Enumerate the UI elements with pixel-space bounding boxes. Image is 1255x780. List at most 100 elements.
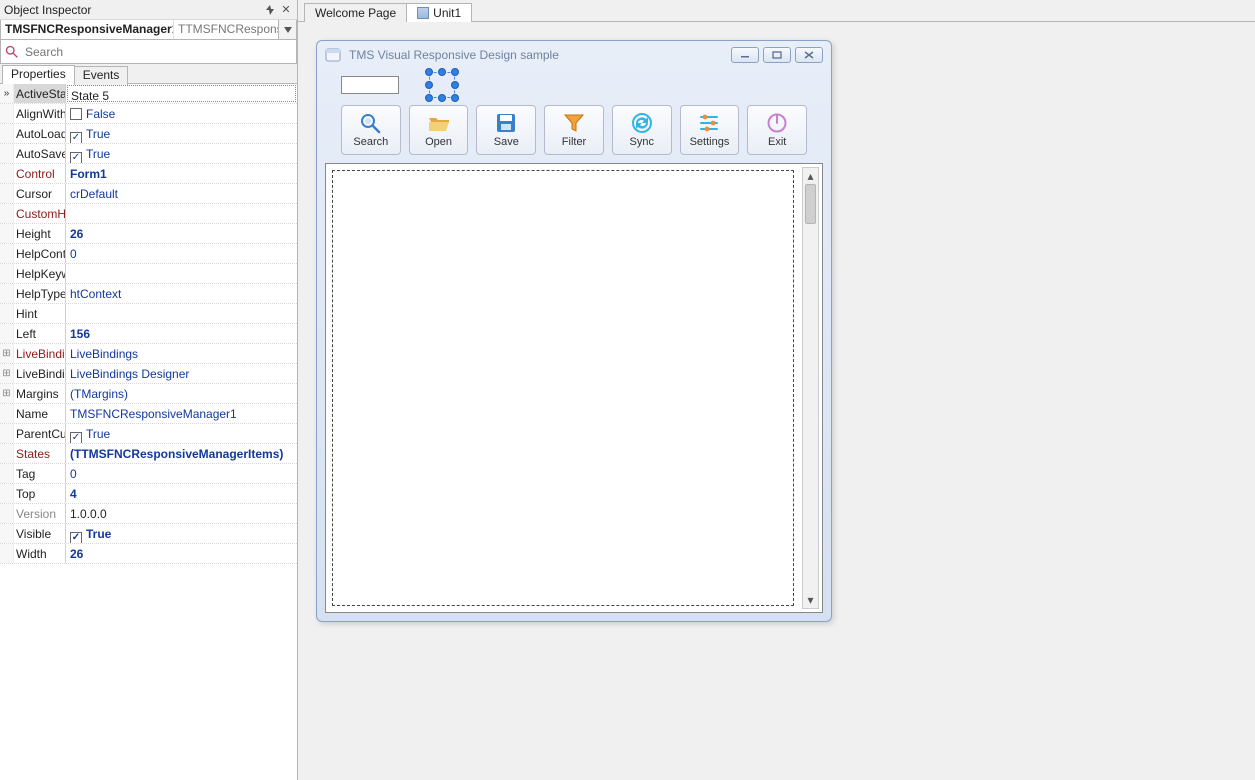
checkbox-icon[interactable]: ✓ (70, 152, 82, 163)
property-row[interactable]: AutoSave✓True (0, 144, 297, 164)
property-row[interactable]: ⊞LiveBindings DesignerLiveBindings Desig… (0, 364, 297, 384)
exit-button[interactable]: Exit (747, 105, 807, 155)
checkbox-icon[interactable] (70, 108, 82, 120)
property-row[interactable]: Width26 (0, 544, 297, 564)
checkbox-icon[interactable]: ✓ (70, 532, 82, 543)
property-value[interactable]: htContext (66, 284, 297, 303)
expand-icon[interactable]: ⊞ (0, 364, 14, 383)
scroll-thumb[interactable] (805, 184, 816, 224)
property-row[interactable]: HelpTypehtContext (0, 284, 297, 304)
checkbox-icon[interactable]: ✓ (70, 132, 82, 143)
expand-icon (0, 484, 14, 503)
property-value[interactable]: 156 (66, 324, 297, 343)
save-button[interactable]: Save (476, 105, 536, 155)
property-value[interactable]: TMSFNCResponsiveManager1 (66, 404, 297, 423)
form-titlebar[interactable]: TMS Visual Responsive Design sample (317, 41, 831, 69)
property-row[interactable]: Version1.0.0.0 (0, 504, 297, 524)
expand-icon[interactable]: ⊞ (0, 384, 14, 403)
doc-tab-welcome-page[interactable]: Welcome Page (304, 3, 407, 22)
property-row[interactable]: ⊞LiveBindingsLiveBindings (0, 344, 297, 364)
property-row[interactable]: AutoLoadOnResize✓True (0, 124, 297, 144)
property-grid[interactable]: ActiveStateState 5AlignWithMarginsFalseA… (0, 84, 297, 780)
sync-icon (630, 112, 654, 134)
checkbox-icon[interactable]: ✓ (70, 432, 82, 443)
property-row[interactable]: ActiveStateState 5 (0, 84, 297, 104)
client-panel[interactable]: ▴ ▾ (325, 163, 823, 613)
property-row[interactable]: Hint (0, 304, 297, 324)
pin-icon[interactable] (263, 3, 277, 17)
property-value[interactable]: ✓True (66, 524, 297, 543)
property-row[interactable]: AlignWithMarginsFalse (0, 104, 297, 124)
property-row[interactable]: Top4 (0, 484, 297, 504)
property-value[interactable]: 1.0.0.0 (66, 504, 297, 523)
tab-events[interactable]: Events (74, 66, 129, 85)
scroll-up-icon[interactable]: ▴ (803, 168, 818, 184)
property-value[interactable]: False (66, 104, 297, 123)
button-label: Search (353, 136, 388, 148)
property-value[interactable]: (TTMSFNCResponsiveManagerItems) (66, 444, 297, 463)
property-row[interactable]: Visible✓True (0, 524, 297, 544)
property-value[interactable] (66, 264, 297, 283)
file-icon (417, 7, 429, 19)
form-designer[interactable]: TMS Visual Responsive Design sample (298, 22, 1255, 780)
property-value[interactable]: ✓True (66, 124, 297, 143)
property-value[interactable]: State 5 (67, 85, 296, 102)
property-value[interactable]: LiveBindings Designer (66, 364, 297, 383)
property-row[interactable]: ⊞Margins(TMargins) (0, 384, 297, 404)
search-button[interactable]: Search (341, 105, 401, 155)
property-row[interactable]: ParentCustomHint✓True (0, 424, 297, 444)
property-name: AlignWithMargins (14, 104, 66, 123)
component-dropdown[interactable] (278, 20, 296, 39)
component-selector[interactable]: TMSFNCResponsiveManager1 TTMSFNCResponsi… (0, 20, 297, 40)
close-button[interactable] (795, 47, 823, 63)
doc-tab-label: Unit1 (433, 6, 461, 20)
property-value[interactable]: ✓True (66, 424, 297, 443)
property-value[interactable]: 4 (66, 484, 297, 503)
property-row[interactable]: Left156 (0, 324, 297, 344)
minimize-button[interactable] (731, 47, 759, 63)
designer-nonvisual-slot[interactable] (341, 76, 399, 94)
tab-properties[interactable]: Properties (2, 65, 75, 84)
scroll-area[interactable] (332, 170, 794, 606)
property-row[interactable]: CursorcrDefault (0, 184, 297, 204)
property-row[interactable]: HelpContext0 (0, 244, 297, 264)
property-row[interactable]: HelpKeyword (0, 264, 297, 284)
search-row (0, 40, 297, 64)
maximize-button[interactable] (763, 47, 791, 63)
scroll-down-icon[interactable]: ▾ (803, 592, 818, 608)
settings-button[interactable]: Settings (680, 105, 740, 155)
property-name: Name (14, 404, 66, 423)
property-value[interactable] (66, 204, 297, 223)
search-input[interactable] (23, 44, 292, 60)
property-name: LiveBindings (14, 344, 66, 363)
search-icon (359, 112, 383, 134)
component-name: TMSFNCResponsiveManager1 (1, 20, 173, 39)
property-value[interactable]: crDefault (66, 184, 297, 203)
property-row[interactable]: Tag0 (0, 464, 297, 484)
open-button[interactable]: Open (409, 105, 469, 155)
property-value[interactable]: (TMargins) (66, 384, 297, 403)
filter-button[interactable]: Filter (544, 105, 604, 155)
property-row[interactable]: NameTMSFNCResponsiveManager1 (0, 404, 297, 424)
close-icon[interactable]: ✕ (279, 3, 293, 17)
form-title: TMS Visual Responsive Design sample (349, 48, 731, 62)
property-value[interactable]: 0 (66, 464, 297, 483)
property-value[interactable]: Form1 (66, 164, 297, 183)
property-row[interactable]: CustomHint (0, 204, 297, 224)
property-row[interactable]: Height26 (0, 224, 297, 244)
property-value[interactable]: ✓True (66, 144, 297, 163)
vertical-scrollbar[interactable]: ▴ ▾ (802, 167, 819, 609)
property-row[interactable]: ControlForm1 (0, 164, 297, 184)
property-value[interactable]: 26 (66, 224, 297, 243)
property-name: Width (14, 544, 66, 563)
property-value[interactable]: 26 (66, 544, 297, 563)
property-value[interactable] (66, 304, 297, 323)
sync-button[interactable]: Sync (612, 105, 672, 155)
property-value[interactable]: 0 (66, 244, 297, 263)
expand-icon (0, 84, 14, 103)
property-row[interactable]: States(TTMSFNCResponsiveManagerItems) (0, 444, 297, 464)
property-value[interactable]: LiveBindings (66, 344, 297, 363)
responsive-manager-component[interactable] (429, 72, 455, 98)
doc-tab-unit1[interactable]: Unit1 (406, 3, 472, 22)
expand-icon[interactable]: ⊞ (0, 344, 14, 363)
